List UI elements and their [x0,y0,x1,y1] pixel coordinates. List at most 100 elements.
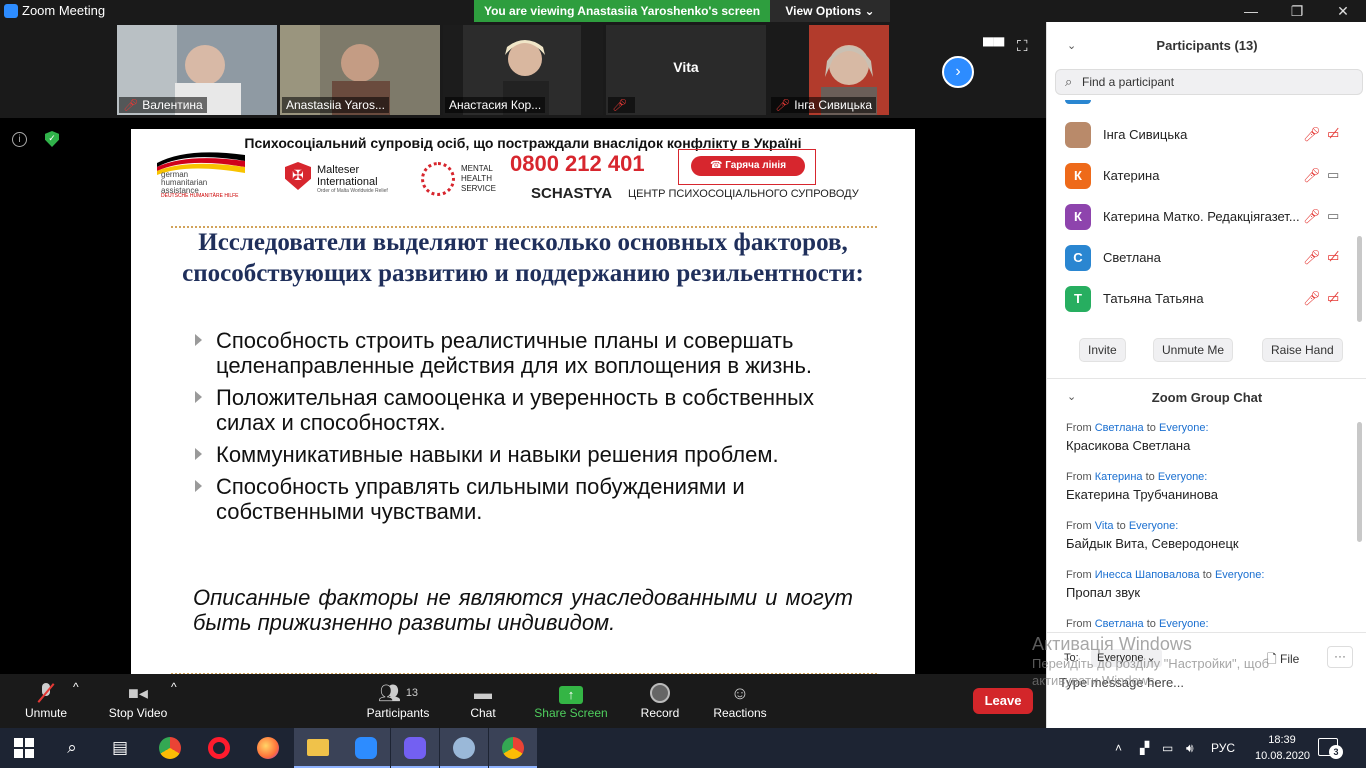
shared-slide: Психосоціальний супровід осіб, що постра… [131,129,915,674]
chat-sender[interactable]: Vita [1095,520,1114,532]
invite-button[interactable]: Invite [1079,338,1126,362]
share-screen-label: Share Screen [534,706,608,720]
battery-icon[interactable]: ▭ [1162,728,1173,768]
german-humanitarian-logo: german humanitarian assistance DEUTSCHE … [157,147,251,199]
chat-message-meta: From Катерина to Everyone: [1066,471,1351,483]
record-button[interactable]: Record [638,680,682,720]
microphone-off-icon: 🎤︎ [612,98,628,112]
video-options-caret[interactable]: ^ [171,680,177,694]
viber-icon[interactable] [391,728,439,768]
to-label: to [1145,471,1155,483]
participant-name: Інга Сивицька [1103,127,1188,142]
leave-button[interactable]: Leave [973,688,1033,714]
participants-button[interactable]: 👥︎ 13 Participants [364,680,432,720]
unmute-button[interactable]: Unmute [18,680,74,720]
chat-scrollbar[interactable] [1357,422,1362,542]
video-tile[interactable]: Vita 🎤︎ [606,25,766,115]
participant-row[interactable]: С Светлана 🎤︎ ▭̸ [1047,237,1357,278]
video-tile[interactable]: Анастасия Кор... [443,25,603,115]
search-icon: ⌕ [1065,74,1073,89]
participant-row[interactable]: К Катерина 🎤︎ ▭ [1047,155,1357,196]
zoom-app-icon[interactable] [342,728,390,768]
more-options-button[interactable]: ··· [1327,646,1353,668]
avatar: К [1065,204,1091,230]
slide-bullets: Способность строить реалистичные планы и… [191,328,871,531]
chat-recipient[interactable]: Everyone: [1158,471,1208,483]
from-label: From [1066,520,1092,532]
chat-message-input[interactable] [1059,675,1349,715]
participant-name: Валентина [142,98,203,112]
chat-sender[interactable]: Светлана [1095,422,1144,434]
participants-panel-title: Participants (13) [1156,38,1258,53]
notification-icon[interactable]: 3 [1318,738,1343,759]
paint-icon[interactable] [440,728,488,768]
participant-search-input[interactable] [1082,73,1352,91]
chat-recipient[interactable]: Everyone: [1129,520,1179,532]
bullet-item: Способность строить реалистичные планы и… [191,328,871,378]
chrome-icon[interactable] [146,728,194,768]
chat-sender[interactable]: Инесса Шаповалова [1095,569,1200,581]
file-button[interactable]: 🗋︎ File [1267,650,1299,671]
video-tile[interactable]: 🎤︎ Валентина [117,25,277,115]
minimize-icon[interactable]: — [1228,0,1274,22]
task-view-icon[interactable]: ▤ [96,728,144,768]
taskbar-search-icon[interactable]: ⌕ [48,728,96,768]
explorer-icon[interactable] [294,728,342,768]
chat-sender[interactable]: Катерина [1095,471,1143,483]
video-tile-active-speaker[interactable]: Anastasiia Yaros... [280,25,440,115]
chat-sender[interactable]: Светлана [1095,618,1144,630]
close-icon[interactable]: ✕ [1320,0,1366,22]
start-button[interactable] [0,728,48,768]
share-screen-button[interactable]: ↑ Share Screen [534,680,608,720]
language-indicator[interactable]: РУС [1211,728,1235,768]
firefox-icon[interactable] [244,728,292,768]
phone-icon: ☎ [709,160,726,171]
info-icon[interactable]: i [12,132,27,147]
chat-message-meta: From Инесса Шаповалова to Everyone: [1066,569,1351,581]
chat-recipient[interactable]: Everyone: [1159,618,1209,630]
participants-count: 13 [405,687,419,699]
participant-search: ⌕ [1055,69,1363,95]
stop-video-button[interactable]: ■◂ Stop Video [104,680,172,720]
chat-message: From Катерина to Everyone: Екатерина Тру… [1066,471,1351,502]
gallery-view-icon[interactable]: ▀▀ [983,38,1004,55]
chat-recipient[interactable]: Everyone: [1159,422,1209,434]
microphone-off-icon: 🎤︎ [1303,290,1321,306]
participant-row[interactable]: К Катерина Матко. Редакціягазет... 🎤︎ ▭ [1047,196,1357,237]
reactions-button[interactable]: ☺ Reactions [712,680,768,720]
participants-scrollbar[interactable] [1357,236,1362,322]
participant-name: Катерина [1103,168,1160,183]
participant-name-tag: Анастасия Кор... [445,97,546,113]
opera-icon[interactable] [195,728,243,768]
participant-row[interactable]: Інга Сивицька 🎤︎ ▭̸ [1047,114,1357,155]
recipient-select[interactable]: Everyone ⌄ [1091,649,1162,667]
slide-title: Исследователи выделяют несколько основны… [182,229,864,287]
chat-compose: To: Everyone ⌄ 🗋︎ File ··· [1047,632,1366,728]
fullscreen-icon[interactable]: ⛶ [1017,38,1028,55]
participant-row[interactable]: Т Татьяна Татьяна 🎤︎ ▭̸ [1047,278,1357,319]
unmute-me-button[interactable]: Unmute Me [1153,338,1234,362]
audio-options-caret[interactable]: ^ [73,680,79,694]
microphone-off-icon: 🎤︎ [123,98,139,112]
window-title: Zoom Meeting [22,3,106,18]
view-options-button[interactable]: View Options ⌄ [770,0,890,22]
restore-icon[interactable]: ❐ [1274,0,1320,22]
video-off-icon: ▭̸ [1327,290,1340,305]
from-label: From [1066,422,1092,434]
network-icon[interactable]: ▞ [1140,728,1149,768]
clock[interactable]: 18:39 10.08.2020 [1255,732,1310,764]
tray-up-icon[interactable]: ˄ [1115,728,1122,768]
chat-recipient[interactable]: Everyone: [1215,569,1265,581]
chat-button[interactable]: ▬ Chat [462,680,504,720]
reactions-icon: ☺ [730,683,750,703]
zoom-icon [4,4,18,18]
chevron-down-icon: ⌄ [1146,652,1156,664]
chrome-app-icon[interactable] [489,728,537,768]
volume-icon[interactable]: 🔊︎ [1186,728,1194,768]
video-tile[interactable]: 🎤︎ Інга Сивицька [769,25,929,115]
video-off-icon: ▭̸ [1327,249,1340,264]
file-label: File [1280,652,1300,666]
panel-separator [1047,378,1366,379]
next-icon[interactable]: › [942,56,974,88]
raise-hand-button[interactable]: Raise Hand [1262,338,1343,362]
